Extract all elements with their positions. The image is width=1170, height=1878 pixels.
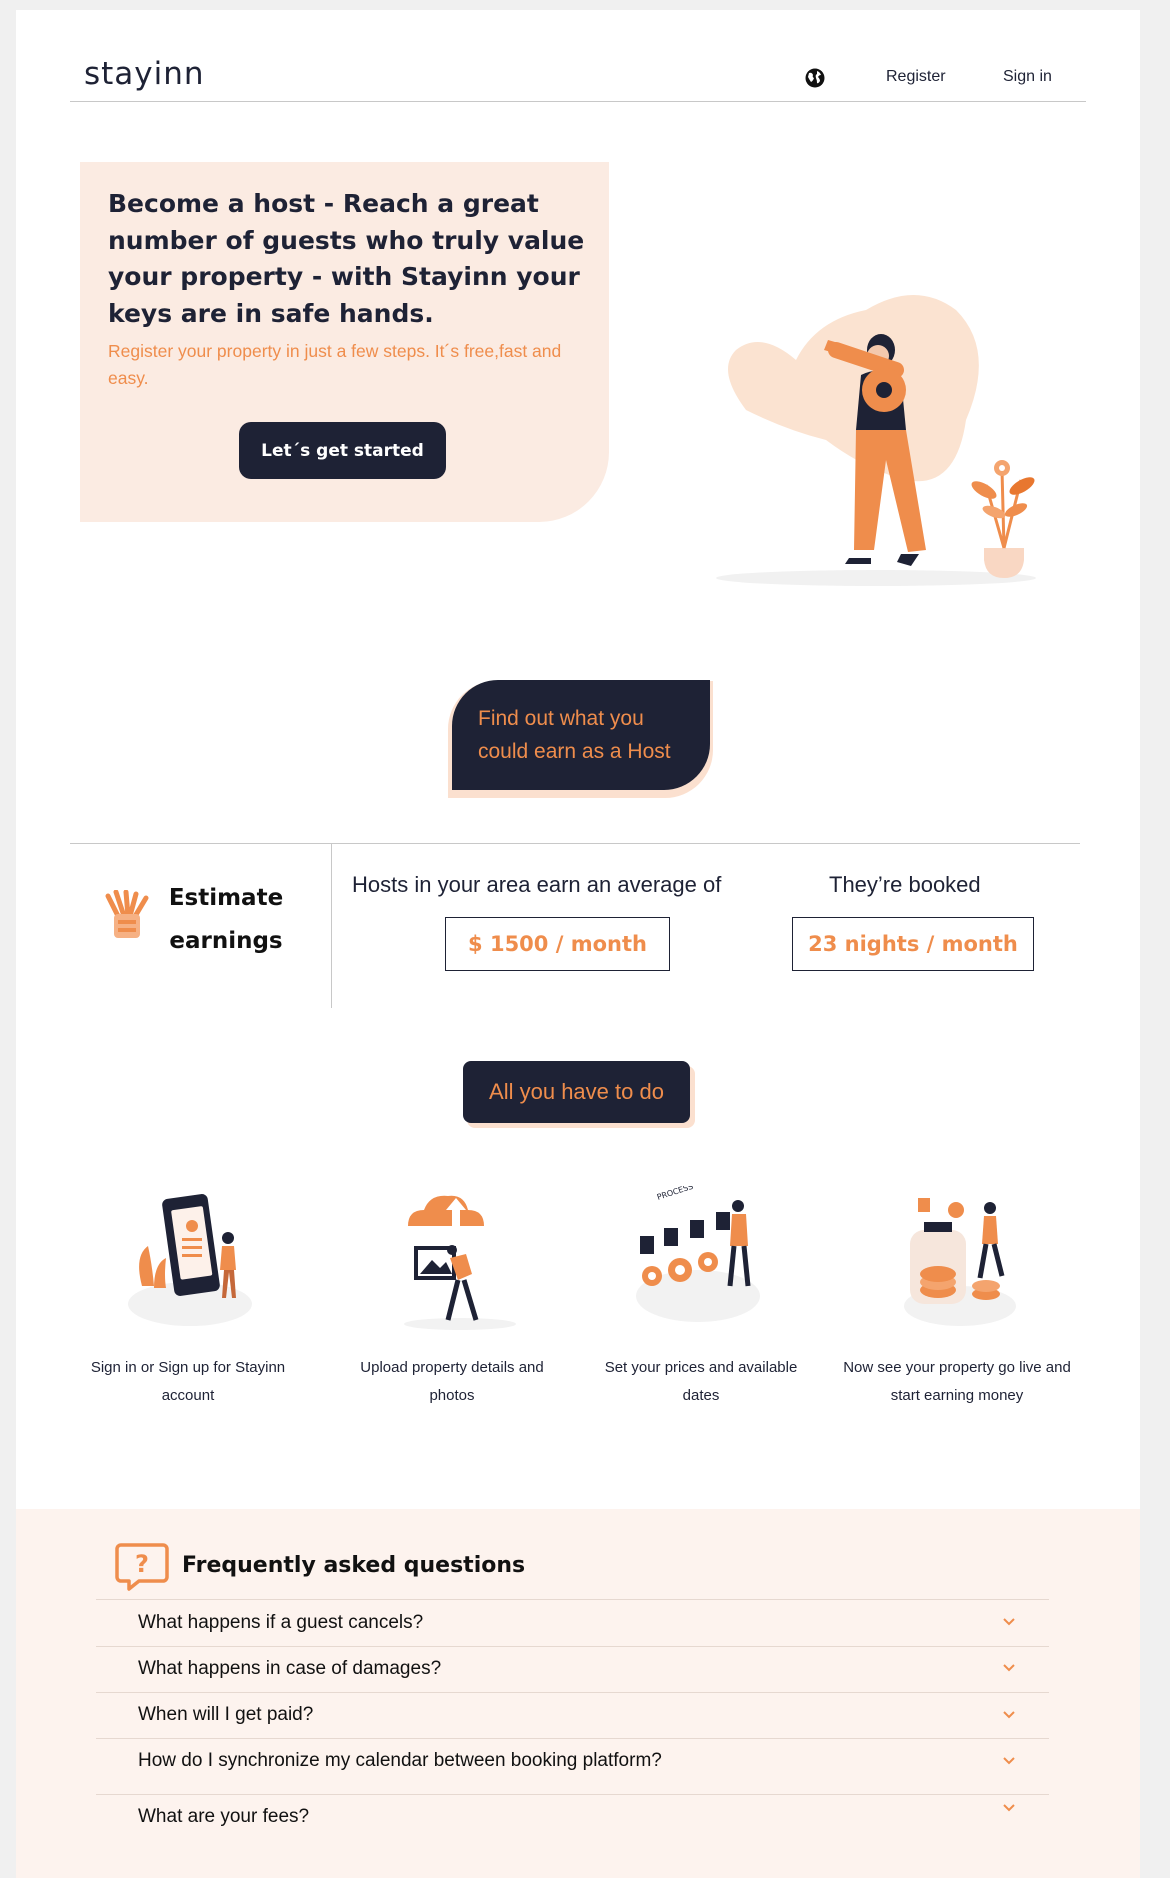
step-2-text: Upload property details and photos <box>327 1354 577 1410</box>
header-divider <box>70 101 1086 102</box>
faq-question-2[interactable]: What happens in case of damages? <box>138 1658 441 1680</box>
woman-holding-key-illustration <box>716 295 1036 586</box>
hero-card: Become a host - Reach a great number of … <box>80 162 609 522</box>
faq-question-1[interactable]: What happens if a guest cancels? <box>138 1612 423 1634</box>
faq-divider <box>96 1738 1049 1739</box>
step-3-text: Set your prices and available dates <box>576 1354 826 1410</box>
chevron-down-icon[interactable] <box>1001 1617 1017 1627</box>
faq-question-4[interactable]: How do I synchronize my calendar between… <box>138 1750 662 1772</box>
all-you-have-to-do-heading: All you have to do <box>463 1061 690 1123</box>
earning-money-illustration <box>904 1198 1016 1326</box>
faq-divider <box>96 1794 1049 1795</box>
earn-line-1: Find out what you <box>478 707 644 730</box>
step-4-line-1: Now see your property go live and <box>843 1359 1071 1376</box>
faq-question-5[interactable]: What are your fees? <box>138 1806 309 1828</box>
faq-divider <box>96 1692 1049 1693</box>
question-bubble-icon: ? <box>115 1543 169 1591</box>
faq-title: Frequently asked questions <box>182 1553 526 1578</box>
step-3-line-2: dates <box>682 1387 720 1404</box>
chevron-down-icon[interactable] <box>1001 1803 1017 1813</box>
step-1-line-2: account <box>161 1387 215 1404</box>
sign-in-link[interactable]: Sign in <box>1003 68 1052 86</box>
step-3-line-1: Set your prices and available <box>604 1359 798 1376</box>
sign-up-illustration <box>128 1194 252 1326</box>
average-earn-label: Hosts in your area earn an average of <box>352 872 722 897</box>
step-2-line-1: Upload property details and <box>360 1359 544 1376</box>
chevron-down-icon[interactable] <box>1001 1710 1017 1720</box>
step-4-line-2: start earning money <box>890 1387 1024 1404</box>
hero-subtitle: Register your property in just a few ste… <box>108 341 562 388</box>
average-earn-value: $ 1500 / month <box>445 917 670 971</box>
booked-label: They’re booked <box>829 872 981 897</box>
chevron-down-icon[interactable] <box>1001 1756 1017 1766</box>
earn-as-host-button[interactable]: Find out what you could earn as a Host <box>452 680 710 790</box>
faq-divider <box>96 1599 1049 1600</box>
process-illustration: PROCESS <box>636 1186 760 1322</box>
earn-line-2: could earn as a Host <box>478 740 671 763</box>
step-1-line-1: Sign in or Sign up for Stayinn <box>90 1359 286 1376</box>
hero-title: Become a host - Reach a great number of … <box>108 189 585 328</box>
estimate-divider <box>70 843 1080 844</box>
estimate-vertical-divider <box>331 844 332 1008</box>
step-4-text: Now see your property go live and start … <box>820 1354 1094 1410</box>
booked-nights-value: 23 nights / month <box>792 917 1034 971</box>
upload-illustration <box>404 1195 516 1330</box>
faq-question-3[interactable]: When will I get paid? <box>138 1704 313 1726</box>
step-1-text: Sign in or Sign up for Stayinn account <box>63 1354 313 1410</box>
svg-text:?: ? <box>135 1550 149 1578</box>
stayinn-logo[interactable]: stayinn <box>84 56 205 92</box>
get-started-button[interactable]: Let´s get started <box>239 422 446 479</box>
svg-text:PROCESS: PROCESS <box>656 1186 694 1202</box>
money-icon <box>105 890 149 938</box>
register-link[interactable]: Register <box>886 68 946 86</box>
estimate-title: Estimate earnings <box>168 885 284 954</box>
faq-divider <box>96 1646 1049 1647</box>
step-2-line-2: photos <box>429 1387 475 1404</box>
globe-icon[interactable] <box>805 68 825 88</box>
chevron-down-icon[interactable] <box>1001 1663 1017 1673</box>
